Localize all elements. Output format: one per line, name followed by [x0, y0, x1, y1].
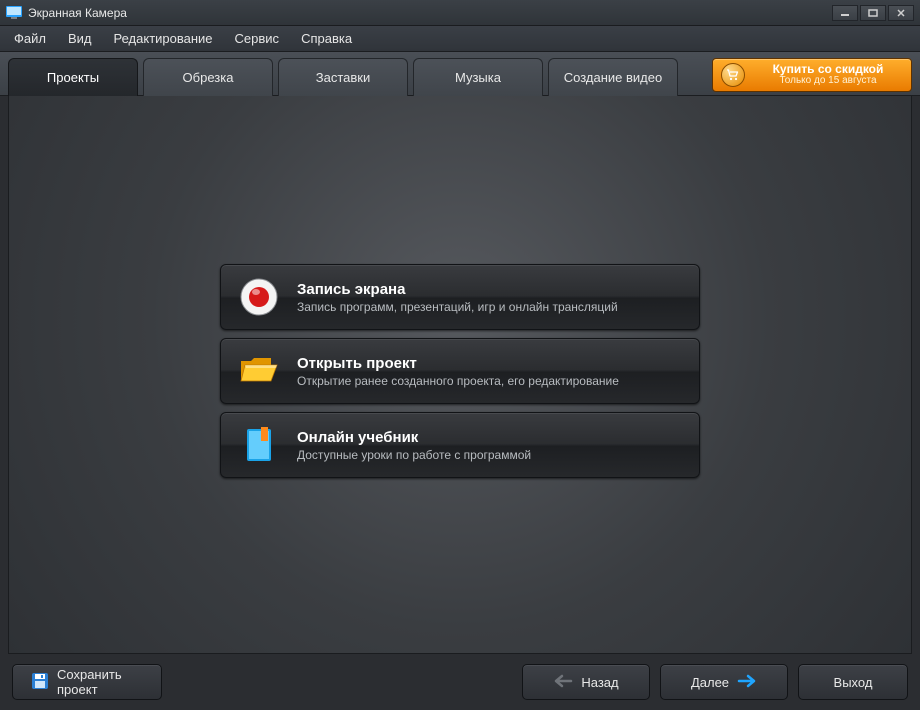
menu-service[interactable]: Сервис [231, 28, 284, 49]
open-project-button[interactable]: Открыть проект Открытие ранее созданного… [220, 338, 700, 404]
next-label: Далее [691, 675, 729, 690]
menu-bar: Файл Вид Редактирование Сервис Справка [0, 26, 920, 52]
action-title: Запись экрана [297, 281, 618, 298]
exit-label: Выход [834, 675, 873, 690]
action-subtitle: Доступные уроки по работе с программой [297, 448, 531, 462]
cart-icon [721, 63, 745, 87]
record-screen-button[interactable]: Запись экрана Запись программ, презентац… [220, 264, 700, 330]
action-title: Открыть проект [297, 355, 619, 372]
action-list: Запись экрана Запись программ, презентац… [220, 264, 700, 478]
title-bar: Экранная Камера [0, 0, 920, 26]
window-controls [832, 5, 914, 21]
window-title: Экранная Камера [28, 6, 127, 20]
menu-edit[interactable]: Редактирование [110, 28, 217, 49]
save-project-button[interactable]: Сохранить проект [12, 664, 162, 700]
back-button[interactable]: Назад [522, 664, 650, 700]
arrow-right-icon [737, 674, 757, 691]
save-label: Сохранить проект [57, 667, 143, 697]
action-subtitle: Запись программ, презентаций, игр и онла… [297, 300, 618, 314]
tab-crop[interactable]: Обрезка [143, 58, 273, 96]
book-icon [237, 423, 281, 467]
record-icon [237, 275, 281, 319]
tab-label: Проекты [47, 70, 99, 85]
arrow-left-icon [553, 674, 573, 691]
next-button[interactable]: Далее [660, 664, 788, 700]
minimize-button[interactable] [832, 5, 858, 21]
tab-label: Заставки [316, 70, 370, 85]
menu-file[interactable]: Файл [10, 28, 50, 49]
online-tutorial-button[interactable]: Онлайн учебник Доступные уроки по работе… [220, 412, 700, 478]
action-title: Онлайн учебник [297, 429, 531, 446]
tab-projects[interactable]: Проекты [8, 58, 138, 96]
tab-create[interactable]: Создание видео [548, 58, 678, 96]
tab-intro[interactable]: Заставки [278, 58, 408, 96]
footer: Сохранить проект Назад Далее Выход [0, 654, 920, 710]
tab-music[interactable]: Музыка [413, 58, 543, 96]
action-subtitle: Открытие ранее созданного проекта, его р… [297, 374, 619, 388]
main-panel: Запись экрана Запись программ, презентац… [8, 96, 912, 654]
folder-icon [237, 349, 281, 393]
save-icon [31, 672, 49, 693]
back-label: Назад [581, 675, 618, 690]
app-icon [6, 6, 22, 20]
buy-button[interactable]: Купить со скидкой Только до 15 августа [712, 58, 912, 92]
exit-button[interactable]: Выход [798, 664, 908, 700]
tab-label: Музыка [455, 70, 501, 85]
tab-label: Создание видео [564, 70, 662, 85]
tabs-bar: Проекты Обрезка Заставки Музыка Создание… [0, 52, 920, 96]
tab-label: Обрезка [183, 70, 234, 85]
maximize-button[interactable] [860, 5, 886, 21]
menu-view[interactable]: Вид [64, 28, 96, 49]
close-button[interactable] [888, 5, 914, 21]
menu-help[interactable]: Справка [297, 28, 356, 49]
buy-sublabel: Только до 15 августа [753, 76, 903, 87]
